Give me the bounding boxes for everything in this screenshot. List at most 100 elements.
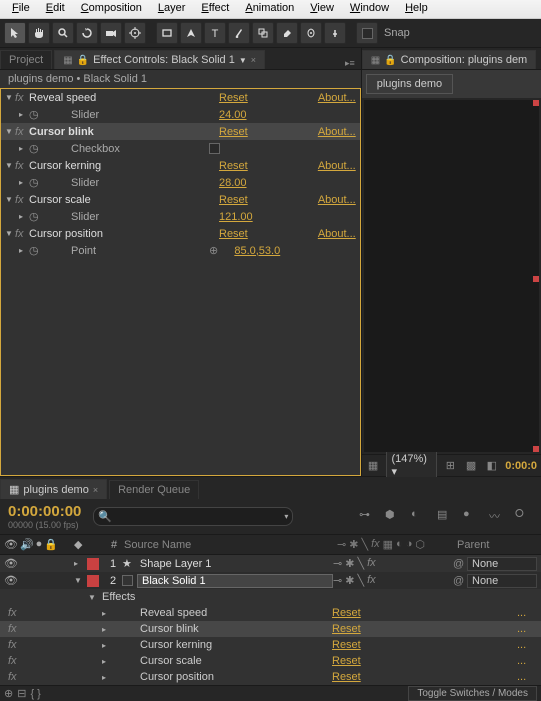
- zoom-tool-icon[interactable]: [52, 22, 74, 44]
- close-icon[interactable]: ×: [93, 485, 98, 495]
- 3d-icon[interactable]: ⬡: [415, 538, 425, 551]
- layer-name[interactable]: Shape Layer 1: [136, 558, 333, 570]
- shy-column-icon[interactable]: ⊸: [337, 538, 346, 551]
- visibility-toggle[interactable]: 👁: [4, 557, 18, 570]
- shy-icon[interactable]: ⊶: [359, 508, 377, 526]
- effect-header-row[interactable]: ▼fxCursor scaleResetAbout...: [1, 191, 360, 208]
- parent-dropdown[interactable]: None: [467, 574, 537, 588]
- transparency-icon[interactable]: ▩: [464, 458, 479, 474]
- chevron-down-icon[interactable]: ▾: [284, 512, 288, 521]
- layer-row[interactable]: 👁▸1★Shape Layer 1⊸✱╲fx@None: [0, 555, 541, 572]
- reset-link[interactable]: Reset: [219, 194, 279, 206]
- options-link[interactable]: ...: [517, 655, 537, 667]
- param-value[interactable]: 28.00: [219, 177, 247, 189]
- rotate-tool-icon[interactable]: [76, 22, 98, 44]
- stopwatch-icon[interactable]: ◷: [29, 176, 41, 189]
- twirl-icon[interactable]: ▼: [5, 161, 15, 170]
- snap-checkbox[interactable]: [356, 22, 378, 44]
- reset-link[interactable]: Reset: [219, 160, 279, 172]
- rectangle-tool-icon[interactable]: [156, 22, 178, 44]
- twirl-icon[interactable]: ▸: [19, 178, 29, 187]
- roto-tool-icon[interactable]: [300, 22, 322, 44]
- twirl-icon[interactable]: ▼: [5, 195, 15, 204]
- fx-icon[interactable]: fx: [4, 607, 88, 619]
- fx-icon[interactable]: fx: [15, 160, 29, 172]
- twirl-icon[interactable]: ▼: [5, 229, 15, 238]
- label-color[interactable]: [87, 575, 99, 587]
- twirl-icon[interactable]: ▸: [19, 110, 29, 119]
- twirl-icon[interactable]: ▸: [19, 212, 29, 221]
- handle-icon[interactable]: [533, 276, 539, 282]
- brush-tool-icon[interactable]: [228, 22, 250, 44]
- twirl-icon[interactable]: ▸: [102, 609, 112, 618]
- adjustment-icon[interactable]: ◑: [406, 538, 413, 551]
- timeline-search-input[interactable]: 🔍 ▾: [93, 507, 293, 526]
- fx-icon[interactable]: fx: [4, 655, 88, 667]
- timeline-effect-row[interactable]: fx▸Cursor positionReset...: [0, 669, 541, 685]
- menu-file[interactable]: File: [4, 0, 38, 18]
- twirl-icon[interactable]: ▸: [102, 673, 112, 682]
- options-link[interactable]: ...: [517, 607, 537, 619]
- twirl-icon[interactable]: ▸: [19, 246, 29, 255]
- reset-link[interactable]: Reset: [219, 228, 279, 240]
- param-value[interactable]: 85.0,53.0: [234, 245, 280, 257]
- about-link[interactable]: About...: [318, 228, 356, 240]
- reset-link[interactable]: Reset: [332, 655, 412, 667]
- fx-icon[interactable]: fx: [4, 639, 88, 651]
- pickwhip-icon[interactable]: @: [453, 575, 467, 587]
- collapse-icon[interactable]: ✱: [349, 538, 358, 551]
- twirl-icon[interactable]: ▼: [5, 127, 15, 136]
- stopwatch-icon[interactable]: ◷: [29, 108, 41, 121]
- menu-layer[interactable]: Layer: [150, 0, 194, 18]
- pan-behind-tool-icon[interactable]: [124, 22, 146, 44]
- stopwatch-icon[interactable]: ◷: [29, 244, 41, 257]
- selection-tool-icon[interactable]: [4, 22, 26, 44]
- label-icon[interactable]: ◆: [74, 539, 82, 551]
- reset-link[interactable]: Reset: [332, 607, 412, 619]
- menu-edit[interactable]: Edit: [38, 0, 73, 18]
- timeline-effect-row[interactable]: fx▸Cursor kerningReset...: [0, 637, 541, 653]
- options-link[interactable]: ...: [517, 623, 537, 635]
- stopwatch-icon[interactable]: ◷: [29, 210, 41, 223]
- reset-link[interactable]: Reset: [219, 92, 279, 104]
- tab-project[interactable]: Project: [0, 50, 52, 69]
- fx-column-icon[interactable]: fx: [371, 538, 380, 551]
- current-timecode[interactable]: 0:00:00:00: [8, 503, 81, 520]
- resolution-icon[interactable]: ⊞: [443, 458, 458, 474]
- menu-animation[interactable]: Animation: [237, 0, 302, 18]
- draft-3d-icon[interactable]: ⬢: [385, 508, 403, 526]
- visibility-toggle[interactable]: 👁: [4, 574, 18, 587]
- about-link[interactable]: About...: [318, 126, 356, 138]
- hand-tool-icon[interactable]: [28, 22, 50, 44]
- about-link[interactable]: About...: [318, 160, 356, 172]
- text-tool-icon[interactable]: T: [204, 22, 226, 44]
- tab-effect-controls[interactable]: ▦ 🔒 Effect Controls: Black Solid 1 ▼ ×: [54, 50, 265, 69]
- switches[interactable]: ⊸✱╲fx: [333, 557, 453, 570]
- menu-window[interactable]: Window: [342, 0, 397, 18]
- parent-dropdown[interactable]: None: [467, 557, 537, 571]
- stopwatch-icon[interactable]: ⭘: [515, 508, 533, 526]
- twirl-icon[interactable]: ▸: [74, 559, 84, 568]
- puppet-tool-icon[interactable]: [324, 22, 346, 44]
- zoom-level-dropdown[interactable]: (147%) ▾: [386, 451, 437, 480]
- label-color[interactable]: [87, 558, 99, 570]
- reset-link[interactable]: Reset: [219, 126, 279, 138]
- about-link[interactable]: About...: [318, 92, 356, 104]
- menu-view[interactable]: View: [302, 0, 342, 18]
- audio-icon[interactable]: 🔊: [20, 538, 34, 551]
- timeline-effect-row[interactable]: fx▸Reveal speedReset...: [0, 605, 541, 621]
- pen-tool-icon[interactable]: [180, 22, 202, 44]
- fx-icon[interactable]: fx: [4, 623, 88, 635]
- fx-icon[interactable]: fx: [15, 194, 29, 206]
- effect-header-row[interactable]: ▼fxReveal speedResetAbout...: [1, 89, 360, 106]
- toggle-switches-modes-button[interactable]: Toggle Switches / Modes: [408, 686, 537, 701]
- column-source-name[interactable]: Source Name: [124, 539, 337, 551]
- reset-link[interactable]: Reset: [332, 623, 412, 635]
- mask-icon[interactable]: ◧: [484, 458, 499, 474]
- effect-header-row[interactable]: ▼fxCursor positionResetAbout...: [1, 225, 360, 242]
- motion-blur-icon[interactable]: ▤: [437, 508, 455, 526]
- menu-composition[interactable]: Composition: [73, 0, 150, 18]
- param-value[interactable]: 24.00: [219, 109, 247, 121]
- menu-help[interactable]: Help: [397, 0, 436, 18]
- brain-icon[interactable]: ●: [463, 508, 481, 526]
